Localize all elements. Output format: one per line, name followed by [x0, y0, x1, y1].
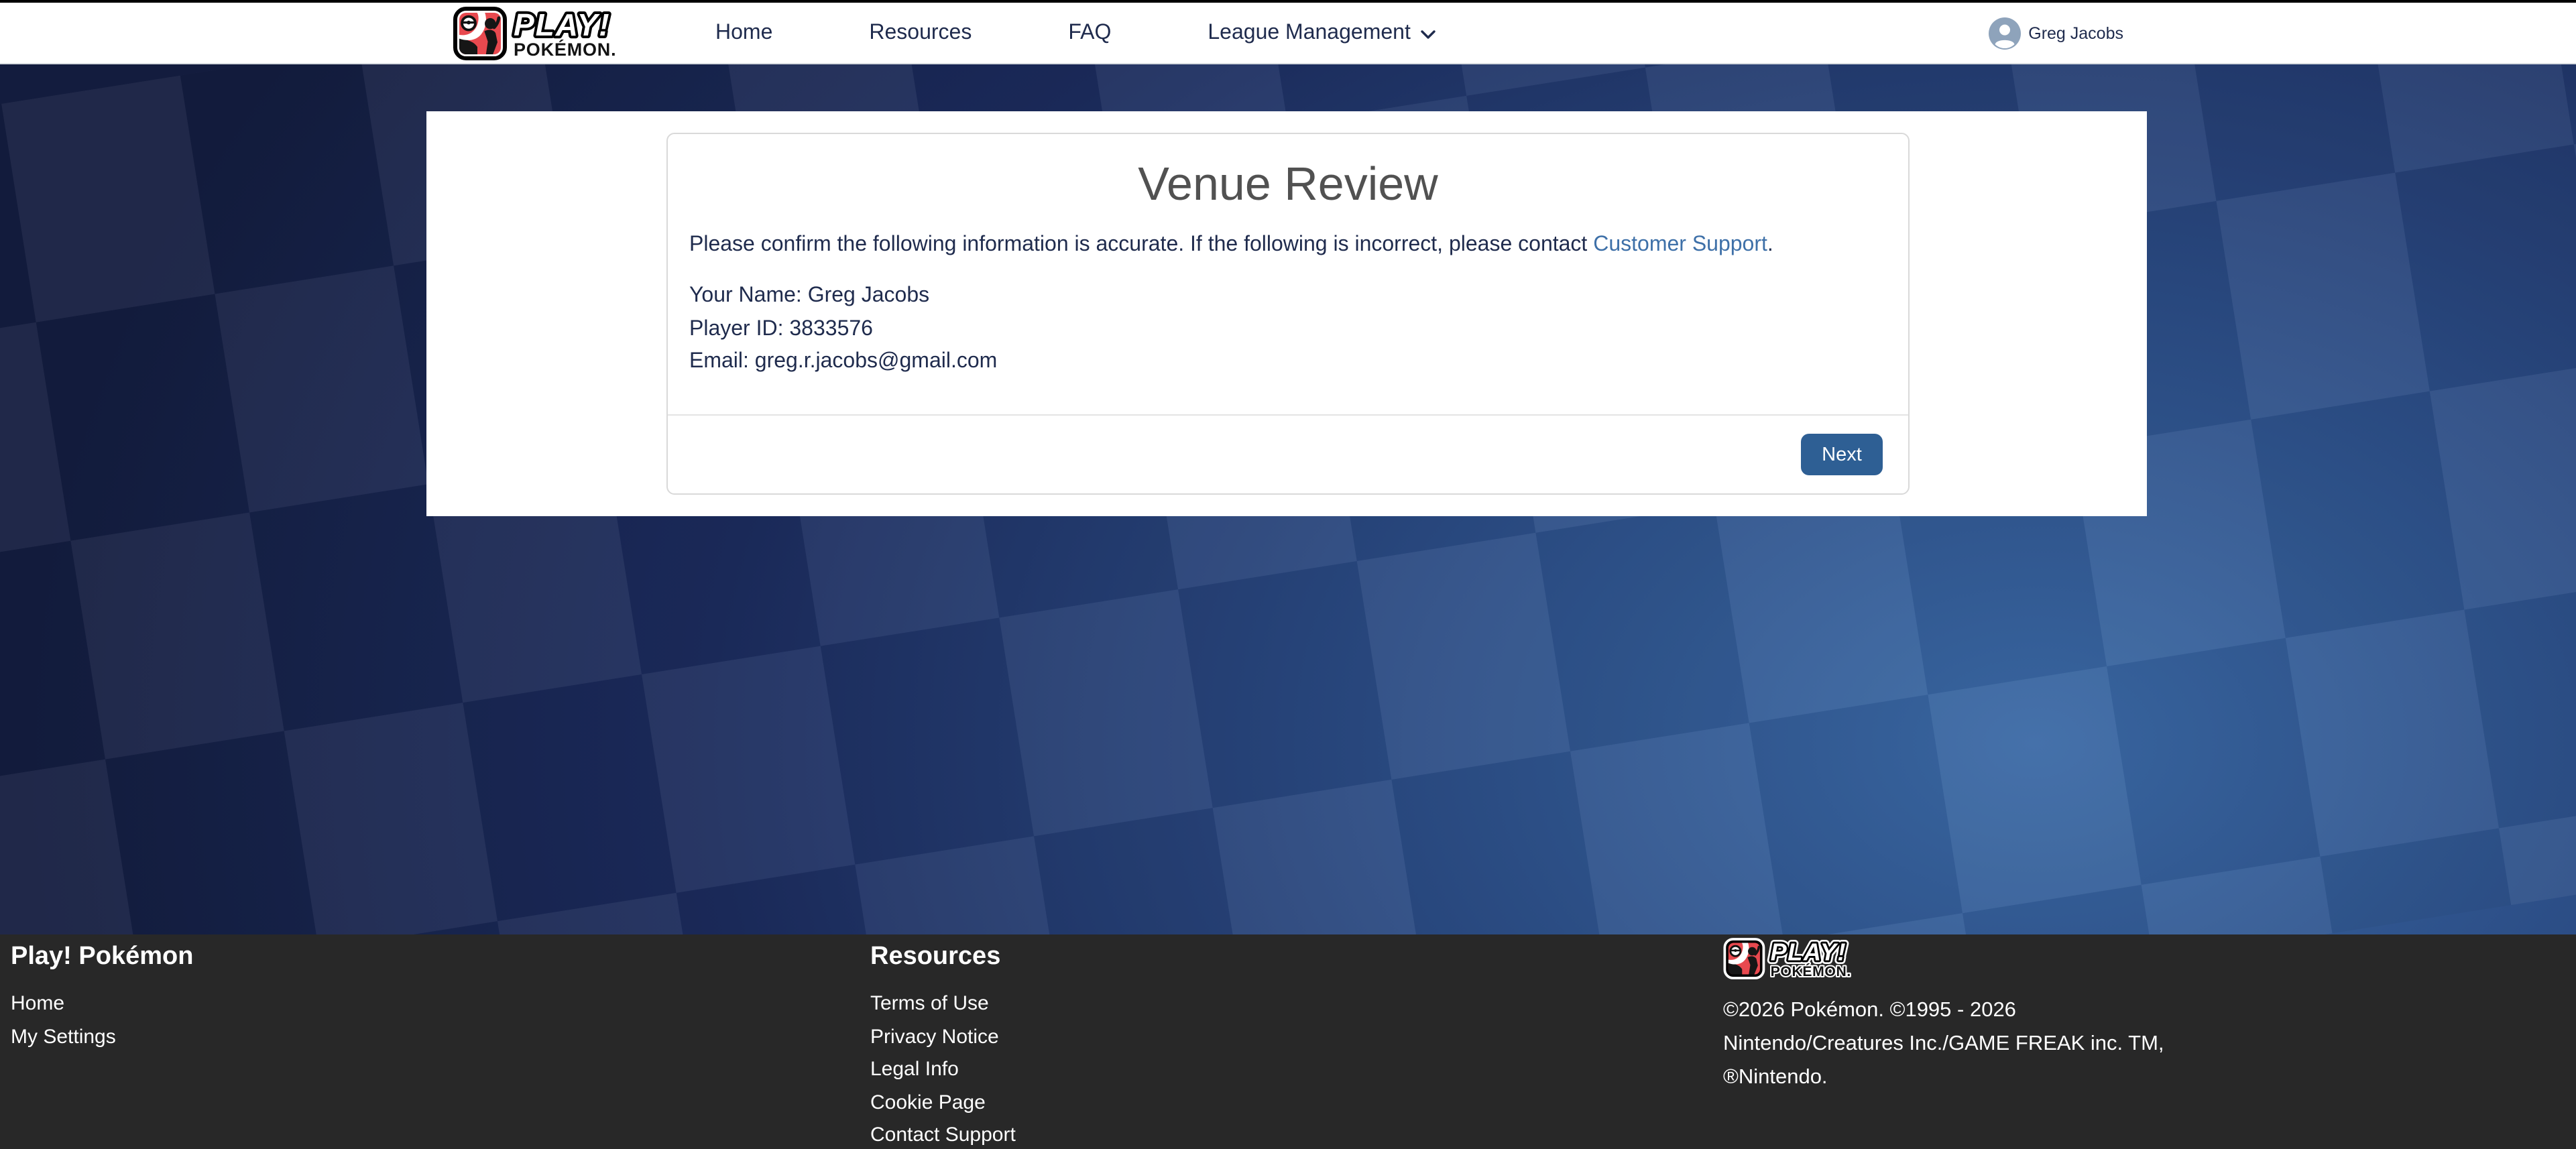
page: PLAY! POKÉMON. Home Resources FAQ League… — [0, 0, 2576, 1149]
main-nav: Home Resources FAQ League Management — [715, 21, 1436, 45]
brand-play-text: PLAY! — [513, 7, 610, 42]
copyright-line-3: ®Nintendo. — [1723, 1061, 2219, 1094]
footer-column-resources: Resources Terms of Use Privacy Notice Le… — [870, 934, 1016, 1149]
play-pokemon-footer-logo-icon: PLAY! PLAY! POKÉMON. — [1723, 936, 1889, 981]
player-info: Your Name: Greg Jacobs Player ID: 383357… — [689, 280, 1887, 379]
league-management-label: League Management — [1208, 21, 1410, 45]
footer-link-legal-info[interactable]: Legal Info — [870, 1054, 1016, 1087]
panel-footer: Next — [668, 414, 1908, 493]
player-email-line: Email: greg.r.jacobs@gmail.com — [689, 346, 1887, 379]
nav-item-faq[interactable]: FAQ — [1068, 21, 1111, 45]
footer-brand-pokemon-text: POKÉMON. — [1771, 963, 1851, 979]
play-pokemon-logo-icon: PLAY! POKÉMON. — [453, 6, 664, 60]
user-menu[interactable]: Greg Jacobs — [1988, 17, 2123, 49]
user-avatar-icon — [1988, 17, 2020, 49]
next-button[interactable]: Next — [1801, 434, 1883, 475]
footer-link-privacy-notice[interactable]: Privacy Notice — [870, 1021, 1016, 1054]
chevron-down-icon — [1420, 29, 1436, 40]
brand-pokemon-text: POKÉMON. — [513, 38, 616, 59]
footer-column-legal: PLAY! PLAY! POKÉMON. ©2026 Pokémon. ©199… — [1723, 934, 2219, 1094]
player-id-line: Player ID: 3833576 — [689, 313, 1887, 346]
user-name: Greg Jacobs — [2028, 23, 2123, 42]
customer-support-link[interactable]: Customer Support — [1593, 233, 1767, 256]
footer-column-play-pokemon: Play! Pokémon Home My Settings — [11, 934, 193, 1054]
nav-item-resources-label: Resources — [869, 21, 972, 45]
nav-dropdown-league-management[interactable]: League Management — [1208, 21, 1436, 45]
footer-col2-title: Resources — [870, 943, 1016, 972]
player-name-line: Your Name: Greg Jacobs — [689, 280, 1887, 313]
main-content: Venue Review Please confirm the followin… — [0, 64, 2576, 934]
confirm-message: Please confirm the following information… — [689, 231, 1887, 259]
footer-brand-play-text: PLAY! — [1771, 938, 1847, 965]
footer-link-contact-support[interactable]: Contact Support — [870, 1120, 1016, 1149]
footer-link-cookie-page[interactable]: Cookie Page — [870, 1087, 1016, 1120]
venue-review-panel: Venue Review Please confirm the followin… — [666, 133, 1910, 495]
confirm-message-suffix: . — [1767, 233, 1773, 256]
top-navbar: PLAY! POKÉMON. Home Resources FAQ League… — [0, 0, 2576, 64]
copyright-line-2: Nintendo/Creatures Inc./GAME FREAK inc. … — [1723, 1027, 2219, 1061]
nav-item-home-label: Home — [715, 21, 772, 45]
nav-item-home[interactable]: Home — [715, 21, 772, 45]
page-title: Venue Review — [689, 158, 1887, 212]
footer-link-home[interactable]: Home — [11, 988, 193, 1021]
page-footer: Play! Pokémon Home My Settings Resources… — [0, 934, 2576, 1149]
footer-col1-title: Play! Pokémon — [11, 943, 193, 972]
copyright-text: ©2026 Pokémon. ©1995 - 2026 Nintendo/Cre… — [1723, 993, 2219, 1094]
venue-card: Venue Review Please confirm the followin… — [426, 111, 2147, 516]
confirm-message-prefix: Please confirm the following information… — [689, 233, 1593, 256]
footer-link-terms-of-use[interactable]: Terms of Use — [870, 988, 1016, 1021]
footer-link-my-settings[interactable]: My Settings — [11, 1021, 193, 1054]
nav-item-faq-label: FAQ — [1068, 21, 1111, 45]
copyright-line-1: ©2026 Pokémon. ©1995 - 2026 — [1723, 993, 2219, 1027]
nav-item-resources[interactable]: Resources — [869, 21, 972, 45]
play-pokemon-logo[interactable]: PLAY! POKÉMON. — [453, 6, 664, 60]
